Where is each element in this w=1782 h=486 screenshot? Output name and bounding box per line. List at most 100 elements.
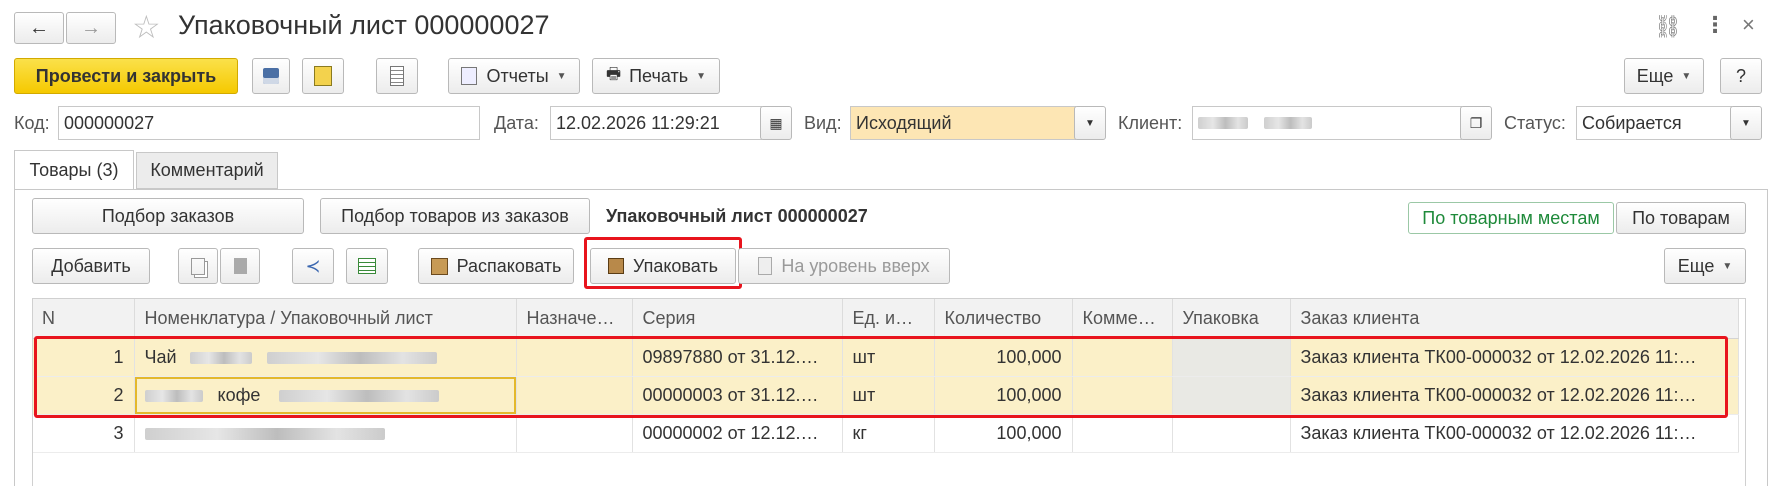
redacted-text — [189, 352, 252, 365]
column-header-purpose[interactable]: Назначе… — [516, 298, 633, 339]
pack-button[interactable]: Упаковать — [590, 248, 736, 284]
tab-comment[interactable]: Комментарий — [136, 152, 278, 189]
kind-select[interactable]: Исходящий — [850, 106, 1076, 140]
column-header-package[interactable]: Упаковка — [1172, 298, 1291, 339]
pack-box-icon — [607, 258, 624, 274]
help-button[interactable]: ? — [1720, 58, 1762, 94]
client-label: Клиент: — [1118, 113, 1183, 133]
by-goods-button[interactable]: По товарам — [1616, 202, 1746, 234]
unpack-button[interactable]: Распаковать — [418, 248, 574, 284]
code-field[interactable]: 000000027 — [58, 106, 480, 140]
package-cell[interactable] — [1172, 376, 1291, 415]
column-header-comment[interactable]: Комме… — [1072, 298, 1173, 339]
package-cell[interactable] — [1172, 338, 1291, 377]
purpose-cell[interactable] — [516, 376, 633, 415]
reports-button[interactable]: Отчеты ▼ — [448, 58, 580, 94]
level-up-icon — [758, 257, 773, 275]
star-icon[interactable]: ☆ — [132, 8, 161, 46]
chevron-down-icon: ▼ — [1681, 70, 1692, 82]
order-cell[interactable]: Заказ клиента ТК00-000032 от 12.02.2026 … — [1290, 376, 1739, 415]
post-and-close-button[interactable]: Провести и закрыть — [14, 58, 238, 94]
add-button[interactable]: Добавить — [32, 248, 150, 284]
table-row[interactable]: 1 Чай 09897880 от 31.12.… шт 100,000 Зак… — [32, 338, 1739, 377]
calendar-button[interactable]: ▦ — [760, 106, 792, 140]
kind-dropdown-button[interactable]: ▼ — [1074, 106, 1106, 140]
date-label: Дата: — [494, 113, 539, 133]
status-label: Статус: — [1504, 113, 1566, 133]
column-header-quantity[interactable]: Количество — [934, 298, 1073, 339]
redacted-text — [266, 352, 437, 365]
unit-cell[interactable]: кг — [842, 414, 935, 453]
close-icon[interactable]: × — [1742, 12, 1755, 38]
comment-cell[interactable] — [1072, 414, 1173, 453]
column-header-order[interactable]: Заказ клиента — [1290, 298, 1739, 339]
row-number: 1 — [32, 338, 135, 377]
back-button[interactable]: ← — [14, 12, 64, 44]
unit-cell[interactable]: шт — [842, 338, 935, 377]
column-header-unit[interactable]: Ед. и… — [842, 298, 935, 339]
copy-icon — [191, 257, 205, 275]
list-button[interactable] — [376, 58, 418, 94]
unit-cell[interactable]: шт — [842, 376, 935, 415]
printer-icon: 🖶 — [606, 65, 622, 83]
redacted-text — [279, 390, 440, 403]
table-row[interactable]: 3 00000002 от 12.12.… кг 100,000 Заказ к… — [32, 414, 1739, 453]
more-table-button[interactable]: Еще ▼ — [1664, 248, 1746, 284]
calendar-icon: ▦ — [769, 114, 783, 131]
list-icon — [390, 66, 404, 86]
order-cell[interactable]: Заказ клиента ТК00-000032 от 12.02.2026 … — [1290, 338, 1739, 377]
open-window-icon: ❐ — [1469, 114, 1483, 131]
series-cell[interactable]: 00000003 от 31.12.… — [632, 376, 843, 415]
more-button[interactable]: Еще ▼ — [1624, 58, 1704, 94]
order-cell[interactable]: Заказ клиента ТК00-000032 от 12.02.2026 … — [1290, 414, 1739, 453]
date-field[interactable]: 12.02.2026 11:29:21 — [550, 106, 762, 140]
goods-table: N Номенклатура / Упаковочный лист Назнач… — [32, 298, 1739, 453]
table-settings-icon — [358, 258, 376, 274]
level-up-button[interactable]: На уровень вверх — [738, 248, 950, 284]
comment-cell[interactable] — [1072, 338, 1173, 377]
chevron-down-icon: ▼ — [556, 70, 567, 82]
packing-list-title: Упаковочный лист 000000027 — [606, 206, 868, 226]
nomenclature-cell[interactable]: Чай — [134, 338, 517, 377]
client-field[interactable] — [1192, 106, 1462, 140]
pick-goods-button[interactable]: Подбор товаров из заказов — [320, 198, 590, 234]
table-row[interactable]: 2 кофе 00000003 от 31.12.… шт 100,000 За… — [32, 376, 1739, 415]
quantity-cell[interactable]: 100,000 — [934, 338, 1073, 377]
column-header-series[interactable]: Серия — [632, 298, 843, 339]
settings-button[interactable] — [346, 248, 388, 284]
status-select[interactable]: Собирается — [1576, 106, 1732, 140]
quantity-cell[interactable]: 100,000 — [934, 414, 1073, 453]
pick-orders-button[interactable]: Подбор заказов — [32, 198, 304, 234]
package-cell[interactable] — [1172, 414, 1291, 453]
purpose-cell[interactable] — [516, 338, 633, 377]
redacted-text — [144, 428, 385, 441]
nomenclature-cell[interactable] — [134, 414, 517, 453]
paste-button[interactable] — [220, 248, 260, 284]
tab-goods[interactable]: Товары (3) — [14, 150, 134, 190]
redacted-text — [144, 390, 203, 403]
column-header-n[interactable]: N — [32, 298, 135, 339]
status-dropdown-button[interactable]: ▼ — [1730, 106, 1762, 140]
print-button[interactable]: 🖶 Печать ▼ — [592, 58, 720, 94]
forward-button[interactable]: → — [66, 12, 116, 44]
post-button[interactable] — [302, 58, 344, 94]
row-number: 3 — [32, 414, 135, 453]
purpose-cell[interactable] — [516, 414, 633, 453]
copy-button[interactable] — [178, 248, 218, 284]
chevron-down-icon: ▼ — [696, 70, 706, 82]
share-button[interactable]: ≺ — [292, 248, 334, 284]
column-header-nomenclature[interactable]: Номенклатура / Упаковочный лист — [134, 298, 517, 339]
series-cell[interactable]: 00000002 от 12.12.… — [632, 414, 843, 453]
quantity-cell[interactable]: 100,000 — [934, 376, 1073, 415]
post-document-icon — [314, 66, 332, 86]
chevron-down-icon: ▼ — [1722, 260, 1733, 272]
menu-dots-icon[interactable]: ⋮ — [1704, 12, 1726, 38]
comment-cell[interactable] — [1072, 376, 1173, 415]
nomenclature-cell[interactable]: кофе — [134, 376, 517, 415]
save-button[interactable] — [252, 58, 290, 94]
share-icon: ≺ — [305, 255, 321, 276]
by-places-button[interactable]: По товарным местам — [1408, 202, 1614, 234]
open-client-button[interactable]: ❐ — [1460, 106, 1492, 140]
series-cell[interactable]: 09897880 от 31.12.… — [632, 338, 843, 377]
link-icon[interactable]: ⛓ — [1654, 14, 1682, 40]
